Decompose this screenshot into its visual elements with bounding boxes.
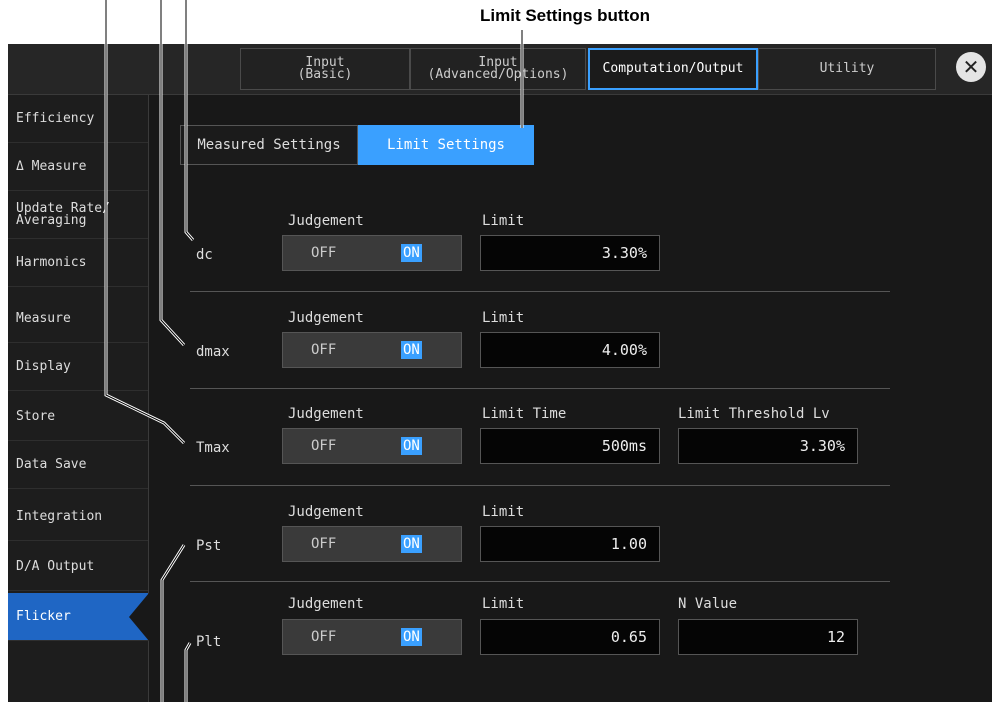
sidebar-item-delta-measure[interactable]: Δ Measure [8, 143, 148, 191]
tmax-judgement-toggle[interactable]: OFF ON [282, 428, 462, 464]
row-label-tmax: Tmax [196, 440, 230, 456]
sidebar: Efficiency Δ Measure Update Rate/ Averag… [8, 95, 149, 702]
toggle-off-label: OFF [311, 245, 337, 261]
top-tab-bar: Input (Basic) Input (Advanced/Options) C… [8, 44, 992, 95]
sidebar-item-da-output[interactable]: D/A Output [8, 543, 148, 591]
limit-label: Limit [482, 596, 525, 612]
limit-label: Limit [482, 213, 525, 229]
dmax-limit-field[interactable]: 4.00% [480, 332, 660, 368]
tab-computation-output[interactable]: Computation/Output [588, 48, 758, 90]
sidebar-item-update-rate[interactable]: Update Rate/ Averaging [8, 191, 148, 239]
row-label-dmax: dmax [196, 344, 230, 360]
row-label-dc: dc [196, 247, 213, 263]
plt-judgement-toggle[interactable]: OFF ON [282, 619, 462, 655]
row-divider [190, 485, 890, 486]
row-divider [190, 581, 890, 582]
sidebar-item-harmonics[interactable]: Harmonics [8, 239, 148, 287]
judgement-label: Judgement [288, 504, 364, 520]
tmax-limit-time-field[interactable]: 500ms [480, 428, 660, 464]
tab-input-advanced[interactable]: Input (Advanced/Options) [410, 48, 586, 90]
sidebar-item-integration[interactable]: Integration [8, 493, 148, 541]
row-label-pst: Pst [196, 538, 222, 554]
dmax-judgement-toggle[interactable]: OFF ON [282, 332, 462, 368]
sidebar-item-efficiency[interactable]: Efficiency [8, 95, 148, 143]
toggle-off-label: OFF [311, 438, 337, 454]
dc-limit-field[interactable]: 3.30% [480, 235, 660, 271]
limit-label: Limit [482, 310, 525, 326]
row-divider [190, 291, 890, 292]
limit-label: Limit [482, 504, 525, 520]
judgement-label: Judgement [288, 406, 364, 422]
close-icon[interactable]: ✕ [956, 52, 986, 82]
sidebar-item-flicker-label: Flicker [16, 609, 71, 624]
toggle-off-label: OFF [311, 342, 337, 358]
judgement-label: Judgement [288, 213, 364, 229]
row-divider [190, 388, 890, 389]
sidebar-item-flicker[interactable]: Flicker [8, 593, 149, 641]
plt-limit-field[interactable]: 0.65 [480, 619, 660, 655]
n-value-label: N Value [678, 596, 738, 612]
limit-time-label: Limit Time [482, 406, 567, 422]
pst-judgement-toggle[interactable]: OFF ON [282, 526, 462, 562]
toggle-on-label: ON [401, 437, 422, 455]
toggle-on-label: ON [401, 341, 422, 359]
callout-area: Limit Settings button [0, 0, 994, 42]
judgement-label: Judgement [288, 596, 364, 612]
callout-label: Limit Settings button [480, 6, 650, 25]
toggle-off-label: OFF [311, 536, 337, 552]
dc-judgement-toggle[interactable]: OFF ON [282, 235, 462, 271]
limit-settings-button[interactable]: Limit Settings [358, 125, 534, 165]
judgement-label: Judgement [288, 310, 364, 326]
plt-n-value-field[interactable]: 12 [678, 619, 858, 655]
active-notch [129, 593, 149, 641]
sidebar-item-measure[interactable]: Measure [8, 295, 148, 343]
toggle-on-label: ON [401, 628, 422, 646]
tab-utility[interactable]: Utility [758, 48, 936, 90]
tab-input-basic[interactable]: Input (Basic) [240, 48, 410, 90]
tmax-limit-threshold-field[interactable]: 3.30% [678, 428, 858, 464]
limit-threshold-label: Limit Threshold Lv [678, 406, 830, 422]
row-label-plt: Plt [196, 634, 222, 650]
toggle-off-label: OFF [311, 629, 337, 645]
toggle-on-label: ON [401, 535, 422, 553]
pst-limit-field[interactable]: 1.00 [480, 526, 660, 562]
sidebar-item-data-save[interactable]: Data Save [8, 441, 148, 489]
sidebar-item-display[interactable]: Display [8, 343, 148, 391]
measured-settings-button[interactable]: Measured Settings [180, 125, 358, 165]
toggle-on-label: ON [401, 244, 422, 262]
sidebar-item-store[interactable]: Store [8, 393, 148, 441]
instrument-screen: Input (Basic) Input (Advanced/Options) C… [8, 44, 992, 702]
